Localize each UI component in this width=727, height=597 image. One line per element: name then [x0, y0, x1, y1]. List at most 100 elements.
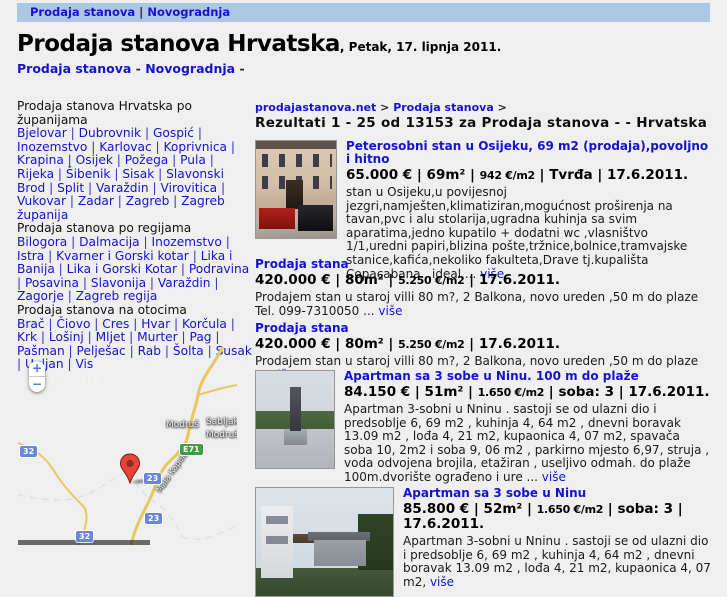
header-nav-link[interactable]: Novogradnja [145, 61, 235, 76]
sidebar-link[interactable]: Zagreb [126, 194, 170, 208]
separator: | [469, 501, 484, 517]
sidebar-link[interactable]: Krk [17, 330, 37, 344]
listing-thumbnail[interactable] [255, 140, 337, 239]
sidebar-link[interactable]: Korčula [182, 317, 227, 331]
sidebar-link[interactable]: Požega [125, 153, 168, 168]
sidebar-link[interactable]: Brač [17, 317, 45, 331]
sidebar-link[interactable]: Zagorje [17, 289, 64, 304]
sidebar-link[interactable]: Šibenik [66, 167, 111, 181]
page-date: , Petak, 17. lipnja 2011. [339, 40, 502, 54]
listing-title-link[interactable]: Apartman sa 3 sobe u Ninu. 100 m do plaž… [344, 370, 710, 383]
separator: | [330, 336, 345, 352]
separator: | [154, 166, 167, 181]
breadcrumb-link[interactable]: Prodaja stanova [393, 101, 494, 114]
sidebar-link[interactable]: Murter [137, 330, 178, 344]
separator: | [169, 194, 182, 209]
listing-body: Apartman sa 3 sobe u Ninu 85.800 € | 52m²… [403, 487, 712, 589]
sidebar-link[interactable]: Cres [102, 317, 129, 331]
listing-body: Apartman sa 3 sobe u Ninu. 100 m do plaž… [344, 370, 710, 485]
separator: | [522, 501, 537, 517]
separator: | [412, 167, 427, 183]
zoom-out-button[interactable]: − [29, 377, 45, 392]
sidebar-link[interactable]: Krapina [17, 153, 64, 168]
listing-extra: Tvrđa [549, 167, 593, 183]
separator: | [592, 167, 607, 183]
separator: | [135, 5, 148, 19]
listing-title-link[interactable]: Peterosobni stan u Osijeku, 69 m2 (proda… [346, 140, 712, 166]
sidebar-link[interactable]: Zadar [78, 194, 114, 208]
separator: | [383, 336, 399, 352]
sidebar-link[interactable]: Zagreb regija [76, 289, 158, 304]
listing-title-link[interactable]: Prodaja stana [255, 258, 712, 271]
separator: | [217, 180, 226, 195]
separator: | [673, 501, 683, 517]
sidebar-link[interactable]: Bjelovar [17, 126, 67, 140]
sidebar-link[interactable]: Posavina [25, 276, 79, 290]
more-link[interactable]: više [542, 470, 566, 484]
listing-price: 420.000 € [255, 272, 331, 288]
listing-title-link[interactable]: Apartman sa 3 sobe u Ninu [403, 487, 712, 500]
sidebar-link[interactable]: Istra [17, 249, 44, 263]
sidebar-link[interactable]: Bilogora [17, 235, 67, 249]
listing-title-link[interactable]: Prodaja stana [255, 322, 712, 335]
sidebar-link[interactable]: Inozemstvo [17, 140, 87, 154]
sidebar-link[interactable]: Lošinj [49, 330, 84, 344]
sidebar-link[interactable]: Varaždin [158, 276, 211, 290]
separator: > [493, 101, 507, 114]
sidebar-link[interactable]: Hvar [141, 317, 170, 331]
sidebar-link[interactable]: Osijek [76, 153, 113, 168]
listing-price: 85.800 € [403, 501, 470, 517]
sidebar-link[interactable]: Split [57, 181, 84, 195]
map-place-label: Modruš [166, 420, 200, 430]
topbar-link[interactable]: Novogradnja [147, 5, 230, 19]
sidebar-link[interactable]: Vukovar [17, 194, 66, 208]
sidebar-link[interactable]: Karlovac [99, 140, 151, 154]
listing-area: 69m² [426, 167, 466, 183]
sidebar-link[interactable]: Čiovo [56, 317, 90, 331]
sidebar-link[interactable]: Lika i Gorski Kotar [67, 262, 177, 276]
breadcrumb: prodajastanova.net > Prodaja stanova > [255, 101, 507, 114]
zoom-in-button[interactable]: + [29, 361, 45, 377]
map-marker-icon[interactable] [119, 453, 141, 484]
sidebar-link[interactable]: Pag [190, 330, 212, 344]
separator: | [151, 139, 164, 154]
sidebar-link[interactable]: Gospić [153, 126, 194, 140]
listing-item: Apartman sa 3 sobe u Ninu 85.800 € | 52m²… [255, 487, 712, 597]
listing-thumbnail[interactable] [255, 487, 394, 597]
listing-price: 84.150 € [344, 384, 411, 400]
more-link[interactable]: više [430, 575, 454, 589]
sidebar-link[interactable]: Mljet [96, 330, 126, 344]
sidebar-link[interactable]: Inozemstvo [152, 235, 222, 249]
page-header: Prodaja stanova Hrvatska, Petak, 17. lip… [17, 31, 501, 57]
separator: | [148, 180, 161, 195]
sidebar-link[interactable]: Rijeka [17, 167, 54, 181]
separator: | [112, 153, 125, 168]
sidebar-link[interactable]: Dubrovnik [79, 126, 141, 140]
sidebar-section-heading: Prodaja stanova na otocima [17, 302, 187, 317]
sidebar-link[interactable]: Dalmacija [79, 235, 140, 249]
sidebar-link[interactable]: Virovitica [161, 181, 218, 195]
sidebar-link[interactable]: Varaždin [96, 181, 149, 195]
map-zoom-control: + − [29, 361, 45, 392]
topbar-link[interactable]: Prodaja stanova [30, 5, 135, 19]
breadcrumb-link[interactable]: prodajastanova.net [255, 101, 376, 114]
header-nav-link[interactable]: Prodaja stanova [17, 61, 131, 76]
sidebar-link[interactable]: Koprivnica [164, 140, 227, 154]
separator: | [168, 153, 181, 168]
more-link[interactable]: više [378, 304, 402, 318]
sidebar-section-links: Bjelovar | Dubrovnik | Gospić | Inozemst… [17, 126, 253, 222]
separator: | [170, 316, 182, 331]
sidebar-link[interactable]: Slavonija [91, 276, 146, 290]
separator: | [177, 330, 190, 345]
separator: | [83, 330, 96, 345]
sidebar-link[interactable]: Podravina [189, 262, 249, 276]
sidebar-link[interactable]: Pula [180, 153, 206, 168]
sidebar-link[interactable]: Kvarner i Gorski kotar [56, 249, 189, 263]
separator: | [226, 316, 235, 331]
map[interactable]: Google + − ModrušSabljakModruškiMala Kap… [18, 347, 237, 545]
sidebar-link[interactable]: Sisak [122, 167, 154, 181]
separator: | [194, 126, 202, 141]
results-count: Rezultati 1 - 25 od 13153 za Prodaja sta… [255, 115, 708, 131]
listing-thumbnail[interactable] [255, 370, 335, 469]
separator: | [603, 501, 618, 517]
